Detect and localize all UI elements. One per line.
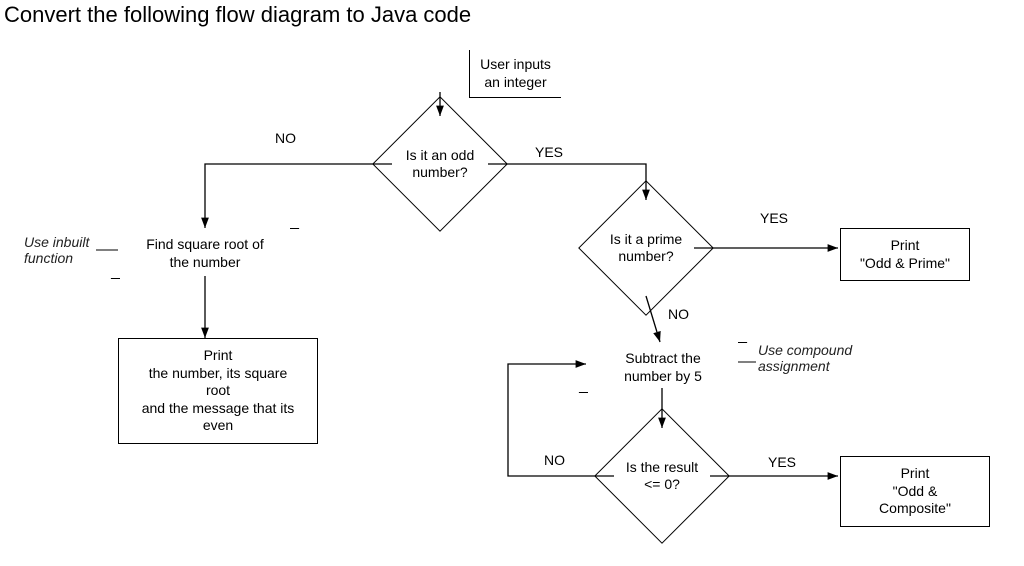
output-odd-composite: Print "Odd & Composite"	[840, 456, 990, 527]
label-yes-prime: YES	[760, 210, 788, 226]
process-sqrt: Find square root of the number	[120, 228, 290, 279]
decision-prime: Is it a prime number?	[598, 200, 694, 296]
start-input: User inputs an integer	[460, 50, 570, 98]
label-no-result: NO	[544, 452, 565, 468]
annotation-inbuilt: Use inbuilt function	[24, 234, 89, 266]
decision-odd: Is it an odd number?	[392, 116, 488, 212]
label-no-odd: NO	[275, 130, 296, 146]
decision-result: Is the result <= 0?	[614, 428, 710, 524]
page-title: Convert the following flow diagram to Ja…	[4, 2, 471, 28]
label-yes-odd: YES	[535, 144, 563, 160]
output-odd-prime: Print "Odd & Prime"	[840, 228, 970, 281]
output-even: Print the number, its square root and th…	[118, 338, 318, 444]
label-yes-result: YES	[768, 454, 796, 470]
process-subtract: Subtract the number by 5	[588, 342, 738, 393]
label-no-prime: NO	[668, 306, 689, 322]
annotation-compound: Use compound assignment	[758, 342, 852, 374]
